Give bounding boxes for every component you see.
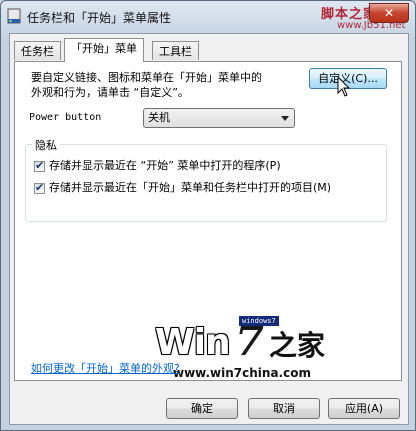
taskbar-properties-icon bbox=[7, 8, 21, 24]
description-line-2: 外观和行为，请单击 “自定义”。 bbox=[31, 86, 189, 99]
privacy-group: 隐私 ✔ 存储并显示最近在 “开始” 菜单中打开的程序(P) ✔ 存储并显示最近在「… bbox=[25, 137, 387, 222]
power-button-select[interactable]: 关机 bbox=[143, 108, 295, 128]
checkmark-icon: ✔ bbox=[35, 158, 45, 172]
recent-items-option[interactable]: ✔ 存储并显示最近在「开始」菜单和任务栏中打开的项目(M) bbox=[34, 181, 331, 197]
description-line-1: 要自定义链接、图标和菜单在「开始」菜单中的 bbox=[31, 71, 262, 84]
window-title: 任务栏和「开始」菜单属性 bbox=[27, 11, 172, 25]
logo-url-text: www.win7china.com bbox=[173, 366, 311, 380]
apply-button[interactable]: 应用(A) bbox=[328, 398, 400, 419]
cancel-button[interactable]: 取消 bbox=[248, 398, 320, 419]
power-button-value: 关机 bbox=[148, 111, 170, 124]
logo-cn-text: 之家 bbox=[269, 329, 326, 362]
recent-programs-option[interactable]: ✔ 存储并显示最近在 “开始” 菜单中打开的程序(P) bbox=[34, 159, 281, 175]
customize-description: 要自定义链接、图标和菜单在「开始」菜单中的 外观和行为，请单击 “自定义”。 bbox=[31, 70, 301, 100]
tab-toolbars[interactable]: 工具栏 bbox=[152, 41, 199, 60]
properties-window: 任务栏和「开始」菜单属性 脚本之家 www.Jb51.net ✕ 任务栏 「开始… bbox=[0, 0, 416, 431]
power-button-label: Power button bbox=[29, 112, 102, 123]
start-menu-help-link[interactable]: 如何更改「开始」菜单的外观? bbox=[31, 360, 180, 376]
recent-programs-checkbox[interactable]: ✔ bbox=[34, 158, 45, 172]
tab-start-menu[interactable]: 「开始」菜单 bbox=[64, 38, 144, 62]
recent-programs-label: 存储并显示最近在 “开始” 菜单中打开的程序(P) bbox=[49, 159, 281, 172]
close-button[interactable]: ✕ bbox=[369, 3, 409, 23]
checkmark-icon: ✔ bbox=[35, 180, 45, 194]
title-bar[interactable]: 任务栏和「开始」菜单属性 脚本之家 www.Jb51.net ✕ bbox=[1, 1, 415, 31]
chevron-down-icon bbox=[281, 116, 289, 121]
win7china-logo: Win 7 windows7 之家 www.win7china.com bbox=[155, 312, 355, 388]
recent-items-checkbox[interactable]: ✔ bbox=[34, 180, 45, 194]
start-menu-panel: 要自定义链接、图标和菜单在「开始」菜单中的 外观和行为，请单击 “自定义”。 自… bbox=[14, 61, 402, 381]
mouse-cursor-icon bbox=[337, 76, 351, 97]
privacy-group-title: 隐私 bbox=[32, 137, 60, 153]
ok-button[interactable]: 确定 bbox=[166, 398, 238, 419]
tab-taskbar[interactable]: 任务栏 bbox=[14, 41, 61, 60]
dialog-client: 任务栏 「开始」菜单 工具栏 要自定义链接、图标和菜单在「开始」菜单中的 外观和… bbox=[9, 33, 409, 425]
logo-win-text: Win bbox=[155, 322, 231, 363]
recent-items-label: 存储并显示最近在「开始」菜单和任务栏中打开的项目(M) bbox=[49, 181, 332, 194]
